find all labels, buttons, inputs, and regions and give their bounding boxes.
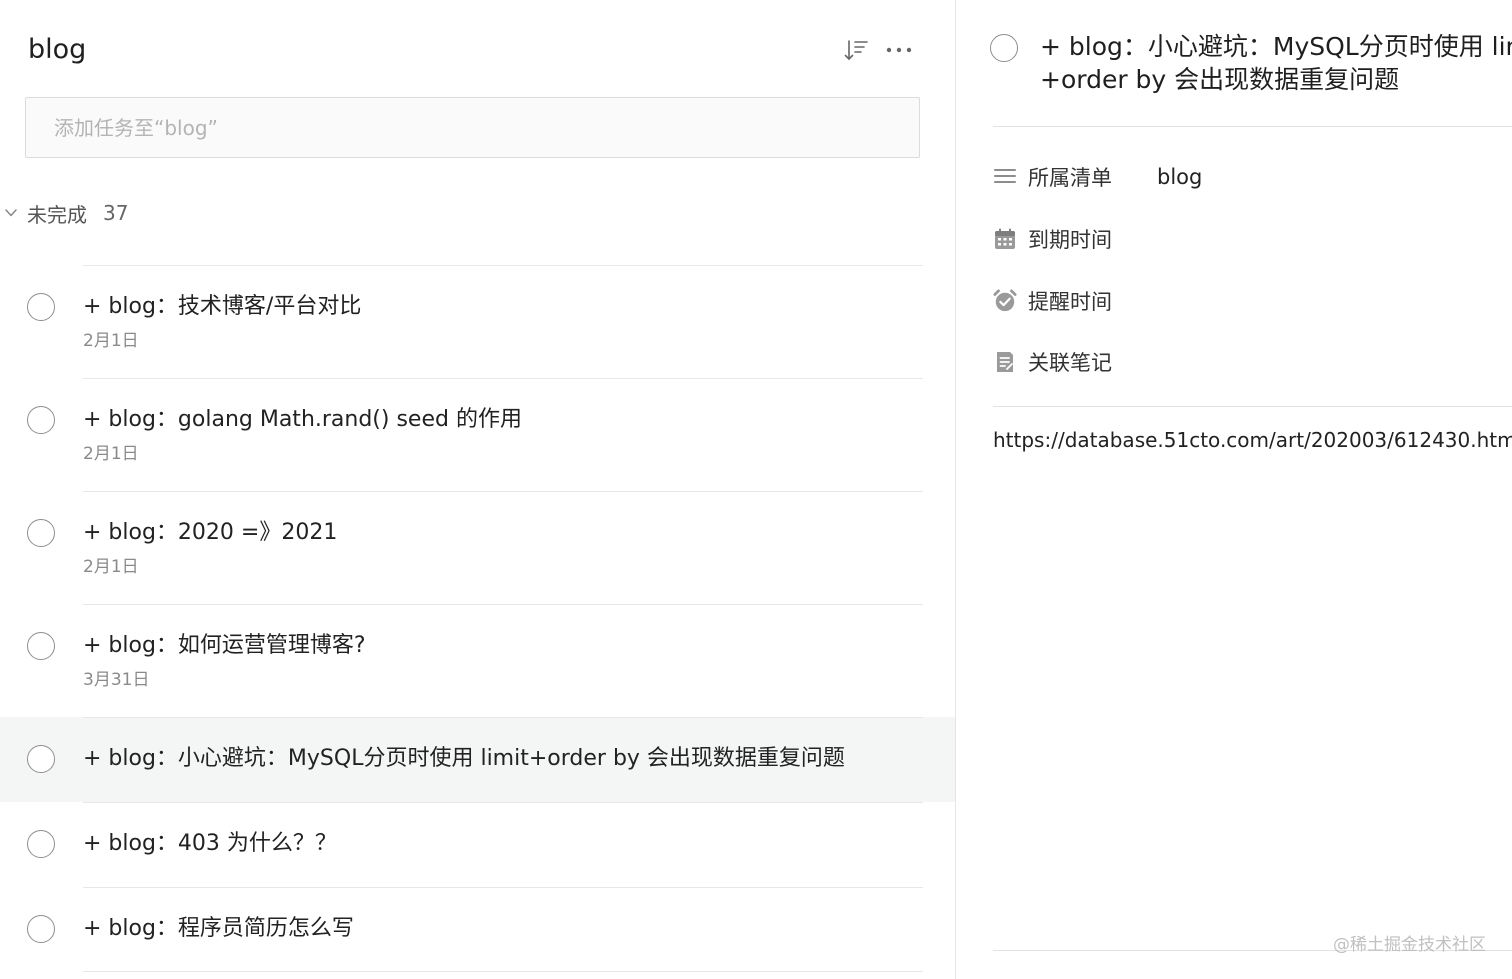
task-note-text[interactable]: https://database.51cto.com/art/202003/61…	[993, 424, 1512, 456]
attr-due-date[interactable]: 到期时间	[993, 222, 1148, 256]
task-due-date: 2月1日	[83, 444, 139, 464]
detail-task-checkbox[interactable]	[990, 34, 1018, 62]
more-options-button[interactable]	[880, 32, 918, 68]
task-due-date: 2月1日	[83, 557, 139, 577]
task-checkbox[interactable]	[27, 745, 55, 773]
list-title: blog	[28, 34, 87, 65]
section-label: 未完成	[27, 202, 87, 227]
task-checkbox[interactable]	[27, 915, 55, 943]
task-row[interactable]: + blog：如何运营管理博客? 3月31日	[0, 604, 955, 717]
task-title: + blog：golang Math.rand() seed 的作用	[83, 407, 522, 432]
attr-reminder[interactable]: 提醒时间	[993, 284, 1148, 318]
detail-divider	[993, 126, 1512, 127]
task-checkbox[interactable]	[27, 293, 55, 321]
task-checkbox[interactable]	[27, 830, 55, 858]
task-row[interactable]: + blog：golang Math.rand() seed 的作用 2月1日	[0, 378, 955, 491]
app-window: blog 添加任务至“blog” 未完成 37 + blog：技术博客/平台对比…	[0, 0, 1512, 979]
attr-reminder-label: 提醒时间	[1028, 290, 1112, 314]
task-row[interactable]: + blog：程序员简历怎么写	[0, 887, 955, 972]
attr-list-label: 所属清单	[1028, 166, 1112, 190]
task-row[interactable]: + blog：技术博客/平台对比 2月1日	[0, 265, 955, 378]
task-checkbox[interactable]	[27, 632, 55, 660]
chevron-down-icon	[0, 202, 22, 224]
task-row-selected[interactable]: + blog：小心避坑：MySQL分页时使用 limit+order by 会出…	[0, 717, 955, 802]
task-title: + blog：程序员简历怎么写	[83, 916, 354, 941]
sort-button[interactable]	[838, 32, 874, 68]
task-row[interactable]: + blog：403 为什么？？	[0, 802, 955, 887]
more-icon	[886, 47, 912, 53]
attr-linked-note[interactable]: 关联笔记	[993, 345, 1148, 379]
note-icon	[993, 350, 1017, 374]
task-due-date: 3月31日	[83, 670, 150, 690]
add-task-input[interactable]	[25, 97, 920, 158]
detail-task-title[interactable]: + blog：小心避坑：MySQL分页时使用 limit+order by 会出…	[1040, 30, 1512, 96]
section-count: 37	[103, 201, 129, 225]
task-title: + blog：2020 =》2021	[83, 520, 338, 545]
task-detail-pane: + blog：小心避坑：MySQL分页时使用 limit+order by 会出…	[956, 0, 1512, 979]
task-row[interactable]: + blog：2020 =》2021 2月1日	[0, 491, 955, 604]
task-title: + blog：小心避坑：MySQL分页时使用 limit+order by 会出…	[83, 746, 845, 771]
detail-divider	[993, 406, 1512, 407]
attr-list-value[interactable]: blog	[1157, 165, 1202, 189]
task-due-date: 2月1日	[83, 331, 139, 351]
attr-linked-note-label: 关联笔记	[1028, 351, 1112, 375]
task-checkbox[interactable]	[27, 406, 55, 434]
alarm-clock-icon	[993, 289, 1017, 313]
task-title: + blog：403 为什么？？	[83, 831, 337, 856]
task-checkbox[interactable]	[27, 519, 55, 547]
attr-list[interactable]: 所属清单 blog	[993, 160, 1202, 194]
task-list-pane: blog 添加任务至“blog” 未完成 37 + blog：技术博客/平台对比…	[0, 0, 955, 979]
section-incomplete-header[interactable]: 未完成 37	[0, 195, 128, 231]
watermark: @稀土掘金技术社区	[1333, 935, 1486, 955]
sort-icon	[844, 40, 868, 61]
list-icon	[993, 165, 1017, 189]
calendar-icon	[993, 227, 1017, 251]
task-title: + blog：如何运营管理博客?	[83, 633, 366, 658]
task-list: + blog：技术博客/平台对比 2月1日 + blog：golang Math…	[0, 265, 955, 972]
attr-due-date-label: 到期时间	[1028, 228, 1112, 252]
task-title: + blog：技术博客/平台对比	[83, 294, 362, 319]
